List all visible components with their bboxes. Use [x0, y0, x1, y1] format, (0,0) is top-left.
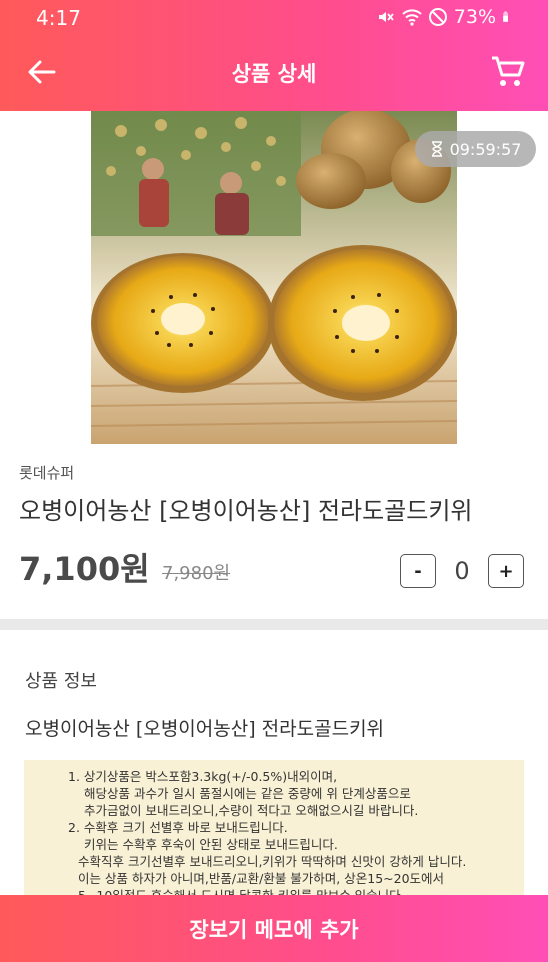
hourglass-icon — [431, 141, 442, 157]
add-to-memo-button[interactable]: 장보기 메모에 추가 — [0, 895, 548, 962]
quantity-minus-button[interactable]: - — [400, 554, 436, 588]
section-divider — [0, 619, 548, 630]
battery-icon — [503, 11, 508, 22]
sale-price: 7,100원 — [19, 550, 150, 588]
notice-line: 키위는 수확후 후숙이 안된 상태로 보내드립니다. — [84, 837, 338, 852]
product-image — [91, 111, 457, 444]
timer-value: 09:59:57 — [449, 139, 522, 159]
notice-line: 해당상품 과수가 일시 품절시에는 같은 중량에 위 단계상품으로 — [84, 786, 411, 801]
product-notice: 1. 상기상품은 박스포함3.3kg(+/-0.5%)내외이며, 해당상품 과수… — [24, 760, 524, 900]
info-product-name: 오병이어농산 [오병이어농산] 전라도골드키위 — [25, 718, 385, 740]
notice-line: 2. 수확후 크기 선별후 바로 보내드립니다. — [68, 820, 288, 835]
product-name: 오병이어농산 [오병이어농산] 전라도골드키위 — [19, 497, 473, 525]
original-price: 7,980원 — [162, 563, 231, 584]
status-icons: 73% — [376, 6, 514, 28]
store-name: 롯데슈퍼 — [19, 464, 75, 482]
wifi-icon — [402, 9, 422, 26]
section-title: 상품 정보 — [25, 671, 97, 692]
notice-line: 수확직후 크기선별후 보내드리오니,키위가 딱딱하며 신맛이 강하게 납니다. — [78, 854, 467, 869]
cart-icon[interactable] — [488, 52, 528, 92]
battery-percent: 73% — [453, 6, 496, 28]
deal-timer: 09:59:57 — [415, 131, 536, 167]
quantity-plus-button[interactable]: + — [488, 554, 524, 588]
quantity-value: 0 — [454, 557, 470, 585]
mute-icon — [378, 12, 394, 22]
dnd-icon — [428, 8, 447, 26]
notice-line: 1. 상기상품은 박스포함3.3kg(+/-0.5%)내외이며, — [68, 769, 338, 784]
status-bar: 4:17 73% — [0, 0, 548, 34]
page-title: 상품 상세 — [231, 62, 317, 86]
status-time: 4:17 — [36, 6, 81, 30]
app-bar: 상품 상세 — [0, 34, 548, 111]
notice-line: 추가금없이 보내드리오니,수량이 적다고 오해없으시길 바랍니다. — [84, 803, 419, 818]
notice-line: 이는 상품 하자가 아니며,반품/교환/환불 불가하며, 상온15~20도에서 — [78, 871, 445, 886]
